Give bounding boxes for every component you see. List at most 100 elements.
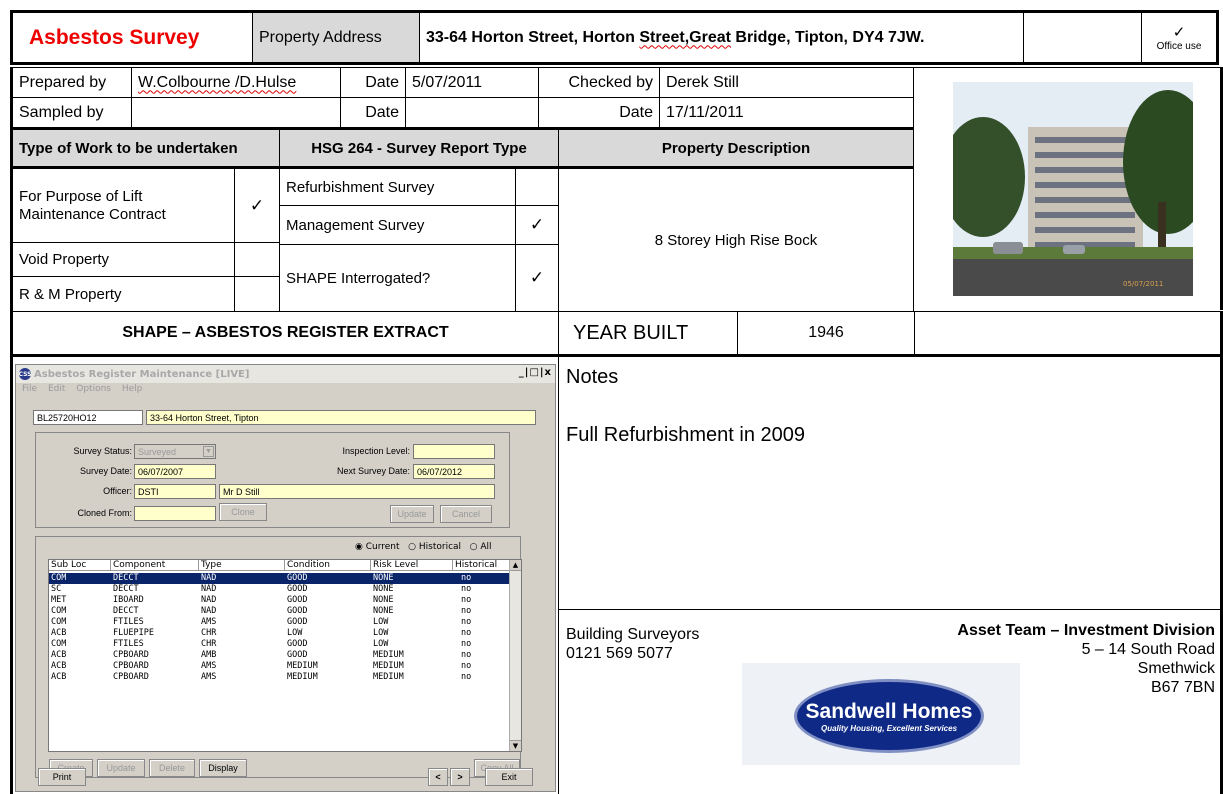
table-cell: GOOD — [287, 639, 308, 649]
col-historical[interactable]: Historical — [453, 560, 511, 571]
table-row[interactable]: ACB FLUEPIPE CHR LOW LOW no — [49, 628, 509, 639]
year-built-value: 1946 — [737, 311, 915, 357]
table-cell: CHR — [201, 628, 217, 638]
table-cell: ACB — [51, 672, 67, 682]
print-button[interactable]: Print — [38, 768, 86, 786]
delete-button[interactable]: Delete — [149, 759, 195, 777]
next-survey-date-field[interactable]: 06/07/2012 — [413, 464, 495, 479]
property-address-value: 33-64 Horton Street, Horton Street,Great… — [419, 10, 1024, 65]
logo-ellipse: Sandwell Homes Quality Housing, Excellen… — [794, 679, 984, 753]
notes-frame — [558, 356, 1223, 610]
table-cell: NAD — [201, 606, 217, 616]
display-button[interactable]: Display — [199, 759, 247, 777]
table-cell: NAD — [201, 584, 217, 594]
menu-help[interactable]: Help — [122, 384, 143, 394]
cloned-from-field[interactable] — [134, 506, 216, 521]
grid-header: Sub Loc Component Type Condition Risk Le… — [49, 560, 511, 572]
table-cell: LOW — [373, 639, 389, 649]
table-cell: GOOD — [287, 595, 308, 605]
building-photo-icon: 05/07/2011 — [953, 82, 1193, 296]
contact-address-2: Smethwick — [1137, 660, 1215, 677]
window-menubar: File Edit Options Help — [22, 384, 150, 394]
window-titlebar: CSS Asbestos Register Maintenance [LIVE]… — [16, 365, 555, 383]
table-cell: IBOARD — [113, 595, 144, 605]
dropdown-arrow-icon: ▼ — [203, 446, 214, 457]
cancel-button-top[interactable]: Cancel — [440, 505, 492, 523]
table-cell: NAD — [201, 573, 217, 583]
menu-edit[interactable]: Edit — [48, 384, 65, 394]
clone-button[interactable]: Clone — [219, 503, 267, 521]
property-description: 8 Storey High Rise Bock — [558, 168, 914, 312]
update-button[interactable]: Update — [97, 759, 145, 777]
date-label-1: Date — [340, 67, 406, 98]
table-row[interactable]: COM DECCT NAD GOOD NONE no — [49, 573, 509, 584]
next-button[interactable]: > — [450, 768, 470, 786]
scroll-down-icon[interactable]: ▼ — [510, 740, 521, 751]
date-label-2: Date — [340, 97, 406, 128]
table-cell: ACB — [51, 661, 67, 671]
table-cell: GOOD — [287, 573, 308, 583]
inspection-level-field[interactable] — [413, 444, 495, 459]
table-cell: FTILES — [113, 617, 144, 627]
menu-file[interactable]: File — [22, 384, 37, 394]
col-type[interactable]: Type — [199, 560, 285, 571]
update-button-top[interactable]: Update — [390, 505, 434, 523]
property-address-label: Property Address — [252, 10, 420, 65]
radio-historical-icon[interactable]: ○ — [408, 542, 416, 552]
table-row[interactable]: ACB CPBOARD AMB GOOD MEDIUM no — [49, 650, 509, 661]
table-cell: no — [461, 650, 472, 660]
menu-options[interactable]: Options — [76, 384, 111, 394]
table-cell: NAD — [201, 595, 217, 605]
office-use-check-icon: ✓ — [1172, 23, 1186, 41]
col-risk-level[interactable]: Risk Level — [371, 560, 453, 571]
officer-code-field[interactable]: DSTI — [134, 484, 216, 499]
contact-address-3: B67 7BN — [1150, 679, 1215, 696]
table-cell: COM — [51, 639, 67, 649]
rm-check-box — [234, 276, 280, 312]
table-cell: no — [461, 672, 472, 682]
table-row[interactable]: SC DECCT NAD GOOD NONE no — [49, 584, 509, 595]
blank-year-cell — [914, 311, 1223, 357]
col-sub-loc[interactable]: Sub Loc — [49, 560, 111, 571]
table-cell: NONE — [373, 606, 394, 616]
date-value-3: 17/11/2011 — [659, 97, 914, 128]
date-value-2 — [405, 97, 539, 128]
office-use-cell: ✓ Office use — [1141, 10, 1219, 65]
survey-date-field[interactable]: 06/07/2007 — [134, 464, 216, 479]
grid-scrollbar[interactable]: ▲ ▼ — [509, 560, 521, 751]
table-row[interactable]: COM FTILES CHR GOOD LOW no — [49, 639, 509, 650]
scroll-up-icon[interactable]: ▲ — [510, 560, 521, 571]
table-cell: no — [461, 661, 472, 671]
date-value-1: 5/07/2011 — [405, 67, 539, 98]
table-cell: AMS — [201, 661, 217, 671]
exit-button[interactable]: Exit — [485, 768, 533, 786]
table-cell: LOW — [373, 628, 389, 638]
cloned-from-label: Cloned From: — [77, 508, 132, 518]
mgmt-check-icon: ✓ — [515, 205, 559, 245]
components-grid[interactable]: Sub Loc Component Type Condition Risk Le… — [48, 559, 522, 752]
table-row[interactable]: COM DECCT NAD GOOD NONE no — [49, 606, 509, 617]
col-condition[interactable]: Condition — [285, 560, 371, 571]
table-row[interactable]: ACB CPBOARD AMS MEDIUM MEDIUM no — [49, 672, 509, 683]
address-field[interactable]: 33-64 Horton Street, Tipton — [146, 410, 536, 425]
view-radio-group: ◉ Current ○ Historical ○ All — [355, 542, 492, 552]
window-controls[interactable]: _|□|x — [519, 367, 552, 378]
table-row[interactable]: ACB CPBOARD AMS MEDIUM MEDIUM no — [49, 661, 509, 672]
table-row[interactable]: COM FTILES AMS GOOD LOW no — [49, 617, 509, 628]
radio-all-icon[interactable]: ○ — [470, 542, 478, 552]
app-icon: CSS — [19, 368, 31, 380]
table-cell: CPBOARD — [113, 650, 149, 660]
year-built-label: YEAR BUILT — [558, 311, 738, 357]
table-cell: no — [461, 584, 472, 594]
table-cell: ACB — [51, 650, 67, 660]
prev-button[interactable]: < — [428, 768, 448, 786]
col-component[interactable]: Component — [111, 560, 199, 571]
table-row[interactable]: MET IBOARD NAD GOOD NONE no — [49, 595, 509, 606]
radio-current-icon[interactable]: ◉ — [355, 542, 363, 552]
table-cell: NONE — [373, 573, 394, 583]
survey-status-select[interactable]: Surveyed ▼ — [134, 444, 216, 459]
table-cell: COM — [51, 573, 67, 583]
officer-name-field[interactable]: Mr D Still — [219, 484, 495, 499]
reference-field[interactable]: BL25720HO12 — [33, 410, 143, 425]
register-title: SHAPE – ASBESTOS REGISTER EXTRACT — [10, 311, 559, 357]
